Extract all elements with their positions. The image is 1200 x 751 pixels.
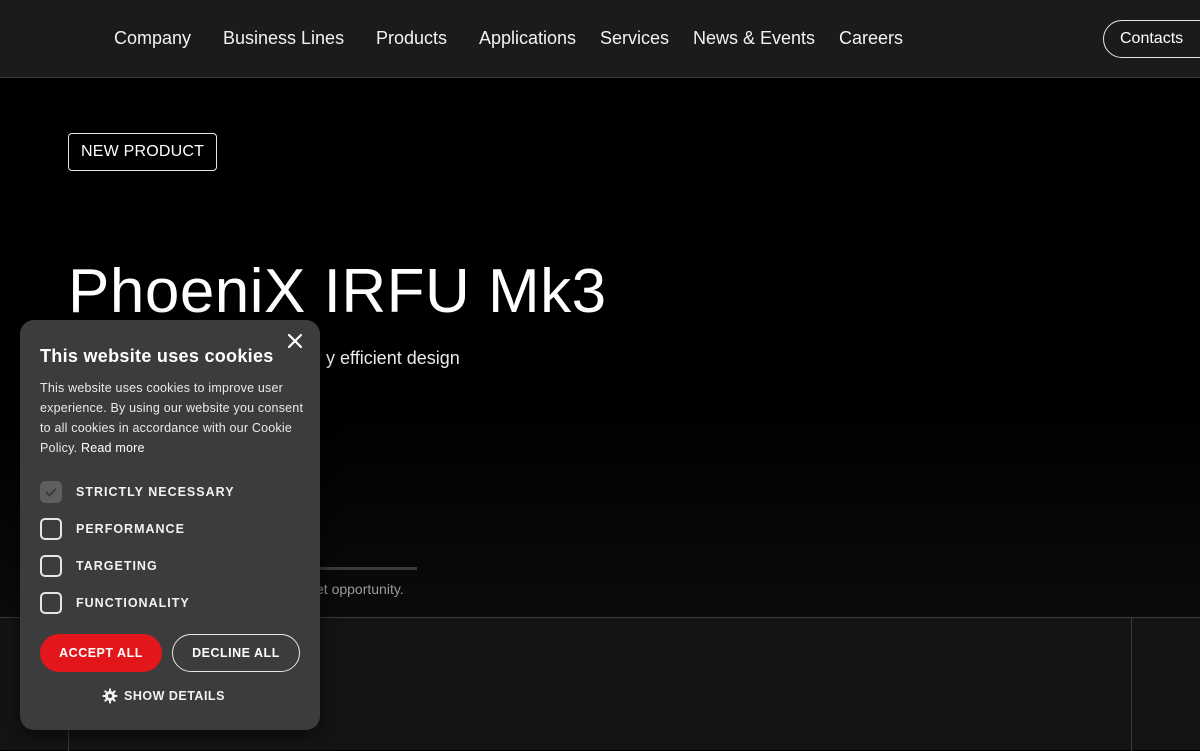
checkbox-targeting[interactable] bbox=[40, 555, 62, 577]
checkbox-label: TARGETING bbox=[76, 559, 158, 573]
accept-all-button[interactable]: ACCEPT ALL bbox=[40, 634, 162, 672]
nav-services[interactable]: Services bbox=[600, 28, 669, 49]
show-details-toggle[interactable]: SHOW DETAILS bbox=[102, 688, 225, 704]
nav-company[interactable]: Company bbox=[114, 28, 191, 49]
cookie-option-performance: PERFORMANCE bbox=[40, 516, 185, 542]
checkbox-performance[interactable] bbox=[40, 518, 62, 540]
close-icon[interactable] bbox=[284, 330, 306, 352]
column-divider-right bbox=[1131, 618, 1132, 751]
contacts-button[interactable]: Contacts bbox=[1103, 20, 1200, 58]
nav-news-events[interactable]: News & Events bbox=[693, 28, 815, 49]
checkbox-strictly-necessary[interactable] bbox=[40, 481, 62, 503]
site-header: Company Business Lines Products Applicat… bbox=[0, 0, 1200, 78]
hero-title: PhoeniX IRFU Mk3 bbox=[68, 257, 607, 326]
show-details-label: SHOW DETAILS bbox=[124, 689, 225, 703]
nav-careers[interactable]: Careers bbox=[839, 28, 903, 49]
read-more-link[interactable]: Read more bbox=[81, 441, 145, 455]
cookie-option-functionality: FUNCTIONALITY bbox=[40, 590, 190, 616]
gear-icon bbox=[102, 688, 118, 704]
checkbox-label: PERFORMANCE bbox=[76, 522, 185, 536]
cookie-consent-dialog: This website uses cookies This website u… bbox=[20, 320, 320, 730]
check-icon bbox=[45, 487, 57, 497]
checkbox-label: STRICTLY NECESSARY bbox=[76, 485, 235, 499]
cookie-description: This website uses cookies to improve use… bbox=[40, 381, 304, 455]
cookie-title: This website uses cookies bbox=[40, 346, 274, 366]
nav-business-lines[interactable]: Business Lines bbox=[223, 28, 344, 49]
checkbox-functionality[interactable] bbox=[40, 592, 62, 614]
nav-products[interactable]: Products bbox=[376, 28, 447, 49]
checkbox-label: FUNCTIONALITY bbox=[76, 596, 190, 610]
decline-all-button[interactable]: DECLINE ALL bbox=[172, 634, 300, 672]
cookie-option-targeting: TARGETING bbox=[40, 553, 158, 579]
nav-applications[interactable]: Applications bbox=[479, 28, 576, 49]
cookie-option-strictly-necessary: STRICTLY NECESSARY bbox=[40, 479, 235, 505]
new-product-badge: NEW PRODUCT bbox=[68, 133, 218, 171]
